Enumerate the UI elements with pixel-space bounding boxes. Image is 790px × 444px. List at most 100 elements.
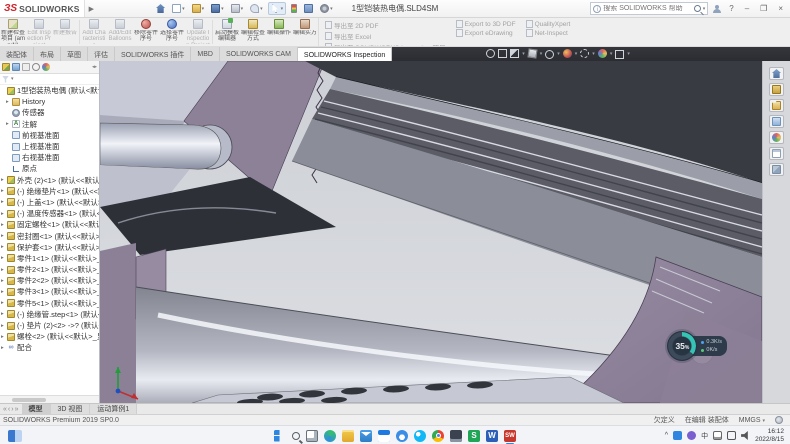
- solidworks-running-app-icon[interactable]: SW: [504, 430, 516, 442]
- tab-3d-views[interactable]: 3D 视图: [51, 404, 91, 414]
- select-balloons-button[interactable]: 选择零件序号: [160, 18, 185, 46]
- tree-item-part2-2[interactable]: ▸零件2<2> (默认<<默认>_显示状态: [0, 275, 99, 286]
- property-manager-icon[interactable]: [12, 63, 20, 71]
- taskbar-clock[interactable]: 16:12 2022/8/15: [755, 428, 784, 443]
- net-inspect-button[interactable]: Net-Inspect: [526, 29, 571, 37]
- tab-motion-study-1[interactable]: 运动算例1: [90, 404, 137, 414]
- tree-item-front-plane[interactable]: 前视基准面: [0, 130, 99, 141]
- graphics-viewport[interactable]: 35% 0.3K/s 0K/s: [100, 61, 762, 403]
- hide-show-items-icon[interactable]: [563, 49, 572, 58]
- section-view-icon[interactable]: [510, 49, 519, 58]
- tree-root-assembly[interactable]: 1型铠装热电偶 (默认<默认_显示状态-1: [0, 85, 99, 96]
- file-explorer-icon[interactable]: [342, 430, 354, 442]
- display-manager-icon[interactable]: [42, 63, 50, 71]
- open-button[interactable]: ▾: [190, 3, 207, 14]
- edit-inspection-methods-button[interactable]: 编辑检查方式: [241, 18, 266, 46]
- word-app-icon[interactable]: W: [486, 430, 498, 442]
- add-characteristic-button[interactable]: Add Characteristic: [82, 18, 107, 46]
- export-2d-pdf[interactable]: 导出至 2D PDF: [325, 20, 446, 30]
- keyboard-tray-icon[interactable]: [713, 431, 722, 440]
- onedrive-tray-icon[interactable]: [673, 431, 682, 440]
- tree-item-insulating-tube[interactable]: ▸(-) 绝缘管.step<1> (默认<<默认>: [0, 309, 99, 320]
- add-edit-balloons-button[interactable]: Add/Edit Balloons: [108, 18, 133, 46]
- dropdown-caret[interactable]: ▾: [592, 51, 595, 57]
- net-speed-widget[interactable]: 35% 0.3K/s 0K/s: [667, 331, 727, 361]
- close-button[interactable]: ×: [775, 4, 786, 13]
- tab-assembly[interactable]: 装配体: [0, 47, 34, 61]
- dropdown-caret[interactable]: ▾: [627, 51, 630, 57]
- start-button-icon[interactable]: [274, 430, 286, 442]
- tree-item-part1[interactable]: ▸零件1<1> (默认<<默认>_显示状态: [0, 253, 99, 264]
- new-report-button[interactable]: 新建报告: [53, 18, 78, 46]
- tree-item-part3[interactable]: ▸零件3<1> (默认<<默认>_显示状态: [0, 286, 99, 297]
- forum-tab[interactable]: [769, 163, 784, 176]
- launch-template-editor-button[interactable]: 启动模板编辑器: [215, 18, 240, 46]
- options-button[interactable]: ▾: [318, 3, 335, 14]
- dropdown-caret[interactable]: ▾: [610, 51, 613, 57]
- tab-model[interactable]: 模型: [22, 404, 51, 414]
- help-button[interactable]: ?: [726, 4, 736, 13]
- login-icon[interactable]: [713, 5, 721, 13]
- tree-item-temperature-sensor[interactable]: ▸(-) 温度传感器<1> (默认<<默认>_: [0, 208, 99, 219]
- new-inspection-project-button[interactable]: 新建检查项目 (amp;N): [1, 18, 26, 46]
- solidworks-resources-tab[interactable]: [769, 67, 784, 80]
- help-search-box[interactable]: i ▾: [590, 2, 708, 15]
- dropdown-caret[interactable]: ▾: [575, 51, 578, 57]
- tree-item-sensors[interactable]: 传感器: [0, 107, 99, 118]
- search-icon[interactable]: [694, 5, 701, 12]
- export-3d-pdf[interactable]: Export to 3D PDF: [456, 20, 516, 28]
- tab-scroll-buttons[interactable]: « ‹ › »: [0, 404, 22, 414]
- minimize-button[interactable]: –: [742, 4, 752, 13]
- tree-item-fixing-bolt[interactable]: ▸固定螺栓<1> (默认<<默认>_显示: [0, 219, 99, 230]
- device-app-icon[interactable]: [450, 430, 462, 442]
- menu-flyout-arrow-icon[interactable]: ▶: [89, 5, 94, 13]
- dropdown-caret[interactable]: ▾: [557, 51, 560, 57]
- design-library-tab[interactable]: [769, 83, 784, 96]
- qq-icon[interactable]: [414, 430, 426, 442]
- security-tray-icon[interactable]: [687, 431, 696, 440]
- tag-icon[interactable]: [775, 416, 783, 424]
- search-dropdown-caret[interactable]: ▾: [703, 6, 706, 12]
- update-inspection-project-button[interactable]: Update Inspection Project: [186, 18, 211, 46]
- save-button[interactable]: ▾: [209, 3, 226, 14]
- network-tray-icon[interactable]: [727, 431, 736, 440]
- remove-balloons-button[interactable]: 移除零件序号: [134, 18, 159, 46]
- tree-item-shell[interactable]: ▸外壳 (2)<1> (默认<<默认>_显示状: [0, 175, 99, 186]
- tree-item-top-plane[interactable]: 上视基准面: [0, 141, 99, 152]
- zoom-fit-icon[interactable]: [486, 49, 495, 58]
- file-explorer-tab[interactable]: [769, 99, 784, 112]
- zoom-area-icon[interactable]: [498, 49, 507, 58]
- edit-inspection-project-button[interactable]: Edit Inspection Project: [27, 18, 52, 46]
- tree-item-top-cover[interactable]: ▸(-) 上盖<1> (默认<<默认>_显示状: [0, 197, 99, 208]
- tree-horizontal-scrollbar[interactable]: [0, 395, 99, 403]
- apply-scene-icon[interactable]: [598, 49, 607, 58]
- tree-item-seal-ring[interactable]: ▸密封圈<1> (默认<<默认>_显示状: [0, 230, 99, 241]
- tree-filter-row[interactable]: ▾: [0, 74, 99, 85]
- featuremanager-tree-icon[interactable]: [2, 63, 10, 71]
- prev-tab-button[interactable]: ‹: [8, 406, 10, 413]
- wps-spreadsheet-icon[interactable]: S: [468, 430, 480, 442]
- cloud-app-icon[interactable]: [396, 430, 408, 442]
- task-view-icon[interactable]: [306, 430, 318, 442]
- widgets-icon[interactable]: [8, 430, 22, 442]
- mail-icon[interactable]: [360, 430, 372, 442]
- tree-item-origin[interactable]: 原点: [0, 163, 99, 174]
- view-settings-icon[interactable]: [615, 50, 624, 59]
- next-tab-button[interactable]: ›: [11, 406, 13, 413]
- qualityxpert-button[interactable]: QualityXpert: [526, 20, 571, 28]
- tree-item-insulating-gasket[interactable]: ▸(-) 绝缘垫片<1> (默认<<默认>_显: [0, 186, 99, 197]
- scrollbar-thumb[interactable]: [12, 398, 46, 402]
- tab-overflow-arrows[interactable]: ◂▸: [92, 64, 97, 70]
- tree-item-right-plane[interactable]: 右视基准面: [0, 152, 99, 163]
- search-input[interactable]: [603, 5, 691, 12]
- export-excel[interactable]: 导出至 Excel: [325, 31, 446, 41]
- appearances-scenes-tab[interactable]: [769, 131, 784, 144]
- custom-properties-tab[interactable]: [769, 147, 784, 160]
- configuration-manager-icon[interactable]: [22, 63, 30, 71]
- rebuild-button[interactable]: [289, 3, 299, 14]
- edit-customers-button[interactable]: 编辑实方: [293, 18, 318, 46]
- undo-button[interactable]: ▾: [248, 3, 265, 14]
- volume-tray-icon[interactable]: [741, 431, 750, 440]
- dropdown-caret[interactable]: ▾: [540, 51, 543, 57]
- tab-solidworks-inspection[interactable]: SOLIDWORKS Inspection: [298, 47, 392, 61]
